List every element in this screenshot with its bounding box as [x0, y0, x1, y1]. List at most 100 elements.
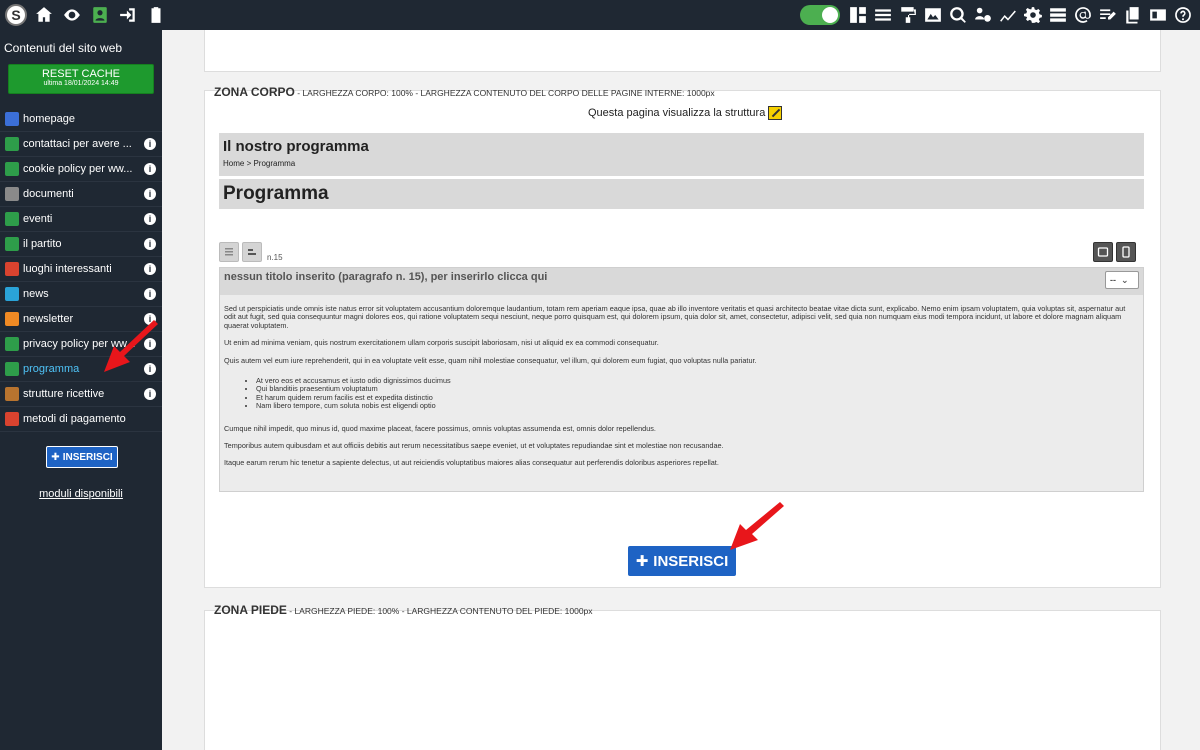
paragraph-title-link[interactable]: nessun titolo inserito (paragrafo n. 15)…	[224, 271, 547, 283]
sidebar-item[interactable]: metodi di pagamento	[0, 407, 162, 432]
zona-piede-label: ZONA PIEDE	[214, 603, 287, 617]
site-logo[interactable]: S	[5, 4, 27, 26]
list-icon[interactable]	[1047, 4, 1069, 26]
paragraph-header: nessun titolo inserito (paragrafo n. 15)…	[220, 268, 1143, 295]
tablet-view-button[interactable]	[1093, 242, 1113, 262]
structure-note: Questa pagina visualizza la struttura	[588, 106, 783, 120]
login-icon[interactable]	[117, 4, 139, 26]
mode-toggle[interactable]	[800, 5, 840, 25]
page-icon	[5, 212, 19, 226]
gear-icon[interactable]	[1022, 4, 1044, 26]
tablet-icon	[1097, 247, 1109, 257]
paragraph-list-button[interactable]	[219, 242, 239, 262]
paint-roller-icon[interactable]	[897, 4, 919, 26]
page-icon	[5, 362, 19, 376]
sidebar-item-label: news	[23, 288, 49, 300]
program-heading-box: Programma	[219, 179, 1144, 209]
info-icon[interactable]: i	[144, 163, 156, 175]
image-icon[interactable]	[922, 4, 944, 26]
sidebar-item-label: luoghi interessanti	[23, 263, 112, 275]
paragraph-text: Sed ut perspiciatis unde omnis iste natu…	[224, 304, 1126, 330]
info-icon[interactable]: i	[144, 138, 156, 150]
sidebar-item-label: il partito	[23, 238, 62, 250]
page-icon	[5, 262, 19, 276]
paragraph-text: Cumque nihil impedit, quo minus id, quod…	[224, 423, 656, 433]
sidebar-item[interactable]: documenti i	[0, 182, 162, 207]
zona-piede-subtitle: - LARGHEZZA PIEDE: 100% - LARGHEZZA CONT…	[286, 606, 593, 616]
zona-piede-panel	[204, 610, 1161, 750]
top-zone-panel	[204, 30, 1161, 72]
users-gear-icon[interactable]	[972, 4, 994, 26]
paragraph-select[interactable]: -- ⌄	[1105, 271, 1139, 289]
search-globe-icon[interactable]	[947, 4, 969, 26]
sidebar-item[interactable]: homepage	[0, 107, 162, 132]
chart-line-icon[interactable]	[997, 4, 1019, 26]
zona-piede-title: ZONA PIEDE - LARGHEZZA PIEDE: 100% - LAR…	[214, 603, 593, 617]
home-icon[interactable]	[33, 4, 55, 26]
page-icon	[5, 162, 19, 176]
program-heading: Programma	[223, 183, 329, 204]
sidebar-item[interactable]: il partito i	[0, 232, 162, 257]
paragraph-text: Temporibus autem quibusdam et aut offici…	[224, 441, 724, 451]
list-item: At vero eos et accusamus et iusto odio d…	[256, 376, 1139, 385]
paragraph-text: Quis autem vel eum iure reprehenderit, q…	[224, 355, 757, 365]
paragraph-align-button[interactable]	[242, 242, 262, 262]
info-icon[interactable]: i	[144, 238, 156, 250]
page-heading: Il nostro programma	[223, 138, 369, 155]
clipboard-icon[interactable]	[145, 4, 167, 26]
reset-cache-label: RESET CACHE	[41, 68, 121, 80]
info-icon[interactable]: i	[144, 213, 156, 225]
page-icon	[5, 337, 19, 351]
sidebar-item-label: eventi	[23, 213, 53, 225]
edit-structure-icon[interactable]	[768, 106, 783, 120]
id-card-icon[interactable]	[1147, 4, 1169, 26]
chevron-down-icon: ⌄	[1121, 274, 1129, 285]
mobile-view-button[interactable]	[1116, 242, 1136, 262]
main-insert-button[interactable]: ✚ INSERISCI	[628, 546, 736, 576]
sidebar-insert-button[interactable]: ✚ INSERISCI	[46, 446, 118, 468]
mobile-icon	[1122, 246, 1130, 258]
paragraph-text: Ut enim ad minima veniam, quis nostrum e…	[224, 338, 659, 348]
sidebar-item[interactable]: luoghi interessanti i	[0, 257, 162, 282]
sidebar-item[interactable]: contattaci per avere ... i	[0, 132, 162, 157]
reset-cache-button[interactable]: RESET CACHE ultima 18/01/2024 14:49	[8, 64, 154, 94]
menu-icon[interactable]	[872, 4, 894, 26]
edit-list-icon[interactable]	[1097, 4, 1119, 26]
page-icon	[5, 312, 19, 326]
paragraph-body: Sed ut perspiciatis unde omnis iste natu…	[220, 295, 1143, 468]
breadcrumb[interactable]: Home > Programma	[219, 155, 1144, 168]
contact-card-icon[interactable]	[89, 4, 111, 26]
page-icon	[5, 387, 19, 401]
page-icon	[5, 237, 19, 251]
list-icon	[225, 248, 233, 256]
page-icon	[5, 287, 19, 301]
layout-icon[interactable]	[847, 4, 869, 26]
sidebar-item-label: contattaci per avere ...	[23, 138, 132, 150]
page-icon	[5, 412, 19, 426]
sidebar-item[interactable]: strutture ricettive i	[0, 382, 162, 407]
sidebar-item[interactable]: cookie policy per ww... i	[0, 157, 162, 182]
info-icon[interactable]: i	[144, 388, 156, 400]
info-icon[interactable]: i	[144, 188, 156, 200]
align-icon	[248, 249, 256, 255]
files-icon[interactable]	[1122, 4, 1144, 26]
sidebar-item[interactable]: eventi i	[0, 207, 162, 232]
zona-corpo-label: ZONA CORPO	[214, 85, 295, 99]
at-icon[interactable]	[1072, 4, 1094, 26]
moduli-disponibili-link[interactable]: moduli disponibili	[0, 488, 162, 500]
plus-icon: ✚	[635, 553, 649, 570]
paragraph-block[interactable]: nessun titolo inserito (paragrafo n. 15)…	[219, 267, 1144, 492]
info-icon[interactable]: i	[144, 263, 156, 275]
sidebar-item-label: strutture ricettive	[23, 388, 105, 400]
sidebar-item-label: homepage	[23, 113, 75, 125]
sidebar-item[interactable]: news i	[0, 282, 162, 307]
list-item: Nam libero tempore, cum soluta nobis est…	[256, 401, 1139, 410]
sidebar-menu: homepage contattaci per avere ... i cookie …	[0, 107, 162, 432]
red-arrow-icon	[104, 320, 158, 372]
sidebar-item-label: metodi di pagamento	[23, 413, 126, 425]
page-icon	[5, 137, 19, 151]
info-icon[interactable]: i	[144, 288, 156, 300]
help-icon[interactable]	[1172, 4, 1194, 26]
eye-icon[interactable]	[61, 4, 83, 26]
plus-icon: ✚	[51, 451, 60, 463]
